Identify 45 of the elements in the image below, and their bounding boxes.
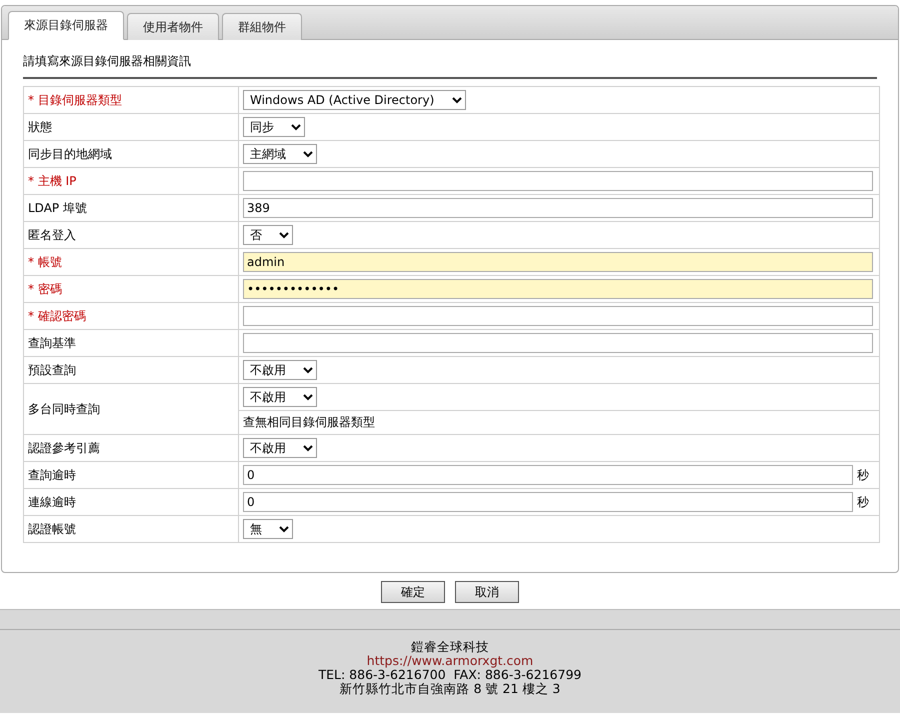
field-label: * 帳號 [28,254,62,268]
section-title: 請填寫來源目錄伺服器相關資訊 [23,53,877,79]
input-field[interactable]: admin [243,252,873,272]
form-button[interactable]: 取消 [455,581,519,603]
note-text: 查無相同目錄伺服器類型 [243,415,375,429]
input-field[interactable]: 0 [243,492,853,512]
field-label: 預設查詢 [28,362,76,376]
field-label: 狀態 [28,120,52,134]
field-label: 查詢逾時 [28,468,76,482]
dropdown[interactable]: Windows AD (Active Directory) [243,90,466,110]
field-label: * 主機 IP [28,174,76,188]
field-label: 連線逾時 [28,494,76,508]
input-field[interactable] [243,171,873,191]
field-label: 匿名登入 [28,228,76,242]
input-field[interactable] [243,306,873,326]
contact-text: TEL: 886-3-6216700 FAX: 886-3-6216799 [318,668,582,682]
field-label: 認證帳號 [28,522,76,536]
unit-label: 秒 [857,494,869,510]
field-label: 同步目的地網域 [28,146,112,160]
dropdown[interactable]: 不啟用 [243,438,317,458]
dropdown[interactable]: 同步 [243,117,305,137]
website-link[interactable]: https://www.armorxgt.com [366,654,534,668]
dropdown[interactable]: 不啟用 [243,360,317,380]
dropdown[interactable]: 不啟用 [243,387,317,407]
dropdown[interactable]: 無 [243,519,293,539]
tab[interactable]: 群組物件 [222,13,302,40]
field-label: 認證參考引薦 [28,440,100,454]
input-field[interactable]: 0 [243,465,853,485]
field-label: LDAP 埠號 [28,200,87,214]
field-label: 查詢基準 [28,336,76,350]
unit-label: 秒 [857,466,869,484]
input-field[interactable]: 389 [243,198,873,218]
tab[interactable]: 使用者物件 [127,13,219,40]
address-text: 新竹縣竹北市自強南路 8 號 21 樓之 3 [340,682,560,696]
input-field[interactable] [243,333,873,353]
tab[interactable]: 來源目錄伺服器 [8,11,124,40]
field-label: 多台同時查詢 [28,402,100,416]
input-field[interactable]: ••••••••••••• [243,279,873,299]
field-label: * 目錄伺服器類型 [28,92,122,106]
dropdown[interactable]: 否 [243,225,293,245]
form-button[interactable]: 確定 [381,581,445,603]
company-name: 鎧睿全球科技 [411,640,489,654]
field-label: * 確認密碼 [28,308,86,322]
field-label: * 密碼 [28,282,62,296]
dropdown[interactable]: 主網域 [243,144,317,164]
